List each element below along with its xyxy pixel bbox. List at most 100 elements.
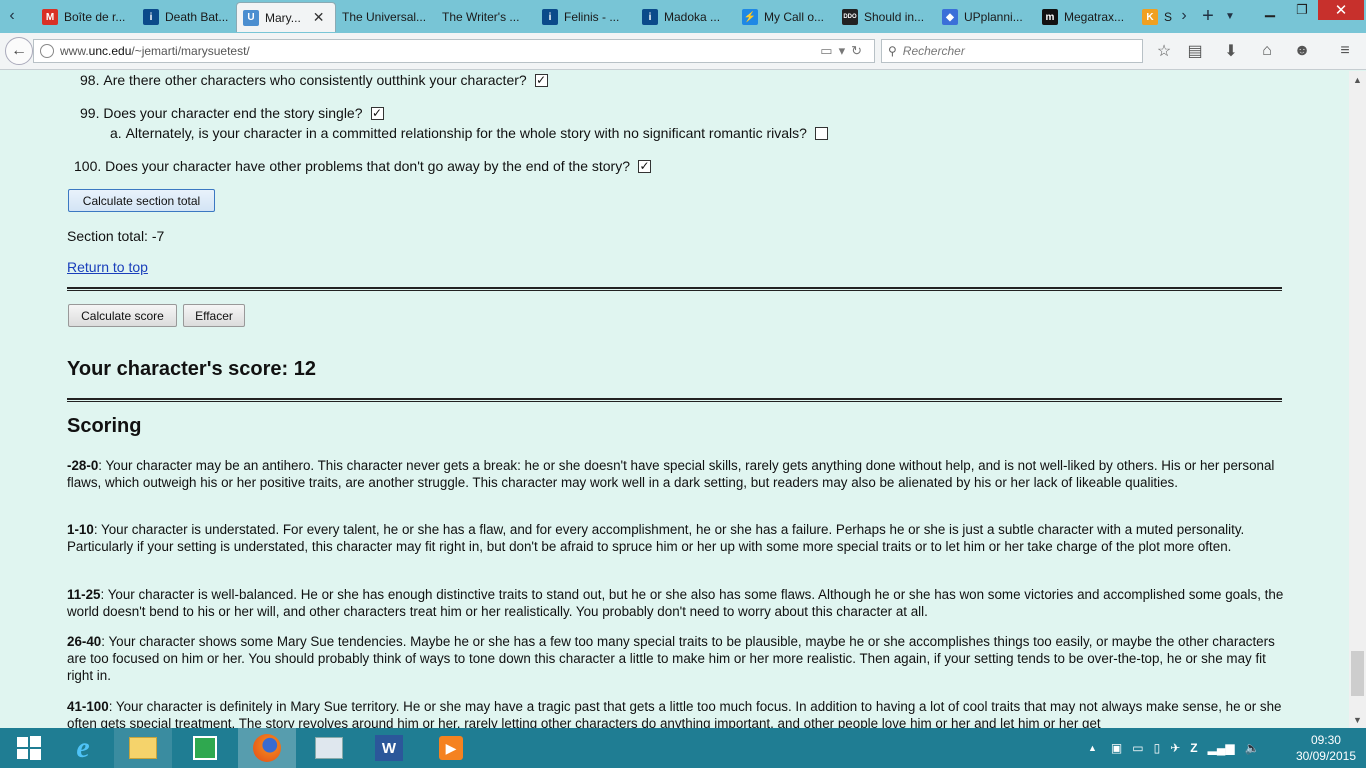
tab-label: The Universal...: [342, 10, 427, 24]
zotero-icon[interactable]: Z: [1190, 741, 1197, 755]
question-text: Does your character have other problems …: [105, 158, 631, 174]
tab[interactable]: ◆ UPplanni...: [936, 3, 1036, 31]
question-99: 99. Does your character end the story si…: [80, 105, 384, 121]
tab-scroll-right-icon[interactable]: ›: [1172, 0, 1196, 32]
tab-list-icon[interactable]: ▼: [1218, 0, 1242, 32]
tab[interactable]: U Mary... ✕: [236, 2, 336, 32]
store-icon: [193, 736, 217, 760]
question-text: Are there other characters who consisten…: [103, 72, 527, 88]
return-to-top-link[interactable]: Return to top: [67, 259, 148, 275]
taskbar: e W ▶ ▲ ▣ ▭ ▯ ✈ Z ▂▄▆ 🔈 09:30 30/09/2015: [0, 728, 1366, 768]
unc-icon: U: [243, 9, 259, 26]
chat-icon[interactable]: ☻: [1292, 41, 1312, 61]
tab-label: Death Bat...: [165, 10, 229, 24]
download-icon[interactable]: ⬇: [1221, 41, 1241, 61]
feather-icon: ⚡: [742, 9, 758, 25]
show-hidden-icons-icon[interactable]: ▲: [1088, 743, 1097, 753]
page-content: 98. Are there other characters who consi…: [0, 71, 1349, 728]
folder-icon: [129, 737, 157, 759]
clock[interactable]: 09:30 30/09/2015: [1296, 732, 1356, 764]
tab-scroll-left-icon[interactable]: ‹: [0, 0, 24, 32]
question-98-checkbox[interactable]: ✓: [534, 73, 548, 87]
menu-icon[interactable]: ≡: [1335, 41, 1355, 61]
store-button[interactable]: [176, 728, 234, 768]
question-99-checkbox[interactable]: ✓: [370, 106, 384, 120]
question-number: a.: [110, 125, 122, 141]
globe-icon: [40, 44, 54, 58]
calculate-score-button[interactable]: Calculate score: [68, 304, 177, 327]
tab[interactable]: KS: [1136, 3, 1172, 31]
tab[interactable]: i Felinis - ...: [536, 3, 636, 31]
reading-list-icon[interactable]: ▤: [1185, 41, 1205, 61]
url-bar[interactable]: www.unc.edu/~jemarti/marysuetest/ ▭▾↻: [33, 39, 875, 63]
bookmark-star-icon[interactable]: ☆: [1154, 41, 1174, 61]
tab[interactable]: m Megatrax...: [1036, 3, 1136, 31]
question-98: 98. Are there other characters who consi…: [80, 72, 548, 88]
tab[interactable]: The Writer's ...: [436, 3, 536, 31]
wifi-icon[interactable]: ▂▄▆: [1208, 741, 1235, 755]
search-box[interactable]: ⚲ Rechercher: [881, 39, 1143, 63]
tab-label: Should in...: [864, 10, 925, 24]
tab-label: Mary...: [265, 10, 301, 25]
wiki-icon: i: [542, 9, 558, 25]
tab-label: Felinis - ...: [564, 10, 620, 24]
media-player-button[interactable]: ▶: [422, 728, 480, 768]
app-button[interactable]: [300, 728, 358, 768]
tab[interactable]: M Boîte de r...: [36, 3, 136, 31]
tab[interactable]: DDO Should in...: [836, 3, 936, 31]
calculate-section-total-button[interactable]: Calculate section total: [68, 189, 215, 212]
start-button[interactable]: [0, 728, 58, 768]
return-to-top-link-text[interactable]: Return to top: [67, 259, 148, 275]
scoring-paragraph: 1-10: Your character is understated. For…: [67, 521, 1287, 555]
scoring-paragraph: 41-100: Your character is definitely in …: [67, 698, 1287, 728]
scoring-range: 26-40: [67, 634, 102, 649]
tab-label: Boîte de r...: [64, 10, 126, 24]
word-button[interactable]: W: [360, 728, 418, 768]
question-number: 99.: [80, 105, 100, 121]
new-tab-icon[interactable]: +: [1196, 0, 1220, 32]
ddo-icon: DDO: [842, 9, 858, 25]
question-100: 100. Does your character have other prob…: [74, 158, 652, 174]
question-100-checkbox[interactable]: ✓: [638, 159, 652, 173]
file-explorer-button[interactable]: [114, 728, 172, 768]
scroll-down-icon[interactable]: ▼: [1349, 711, 1366, 728]
internet-explorer-button[interactable]: e: [54, 728, 112, 768]
vertical-scrollbar[interactable]: ▲ ▼: [1349, 71, 1366, 728]
scoring-paragraph: 11-25: Your character is well-balanced. …: [67, 586, 1287, 620]
firefox-icon: [253, 734, 281, 762]
scoring-text: : Your character shows some Mary Sue ten…: [67, 634, 1275, 683]
score-heading: Your character's score: 12: [67, 358, 316, 380]
section-total: Section total: -7: [67, 228, 165, 244]
divider: [67, 287, 1282, 291]
tray-app-icon[interactable]: ▣: [1111, 741, 1122, 755]
scroll-up-icon[interactable]: ▲: [1349, 71, 1366, 88]
question-number: 100.: [74, 158, 102, 174]
scrollbar-thumb[interactable]: [1351, 651, 1364, 696]
question-99a-checkbox[interactable]: [814, 126, 828, 140]
close-window-icon[interactable]: ✕: [1318, 0, 1364, 20]
reader-dropdown-reload-icons[interactable]: ▭▾↻: [820, 43, 868, 59]
tab[interactable]: ⚡ My Call o...: [736, 3, 836, 31]
tab[interactable]: i Madoka ...: [636, 3, 736, 31]
tab-label: Madoka ...: [664, 10, 721, 24]
network-tools-icon[interactable]: ✈: [1170, 741, 1180, 755]
restore-icon[interactable]: ❐: [1288, 0, 1316, 20]
scoring-range: -28-0: [67, 458, 99, 473]
tab-close-icon[interactable]: ✕: [313, 9, 325, 26]
back-button[interactable]: ←: [5, 37, 33, 65]
search-icon: ⚲: [888, 44, 897, 58]
clear-button[interactable]: Effacer: [183, 304, 245, 327]
up-icon: ◆: [942, 9, 958, 25]
firefox-button[interactable]: [238, 728, 296, 768]
home-icon[interactable]: ⌂: [1257, 41, 1277, 61]
m-icon: m: [1042, 9, 1058, 25]
tab-label: S: [1164, 10, 1172, 24]
divider: [67, 398, 1282, 402]
action-center-icon[interactable]: ▭: [1132, 741, 1143, 755]
minimize-icon[interactable]: ▁: [1256, 0, 1284, 20]
tab[interactable]: The Universal...: [336, 3, 436, 31]
power-icon[interactable]: ▯: [1154, 741, 1161, 755]
gmail-icon: M: [42, 9, 58, 25]
volume-icon[interactable]: 🔈: [1245, 741, 1260, 755]
tab[interactable]: i Death Bat...: [137, 3, 235, 31]
